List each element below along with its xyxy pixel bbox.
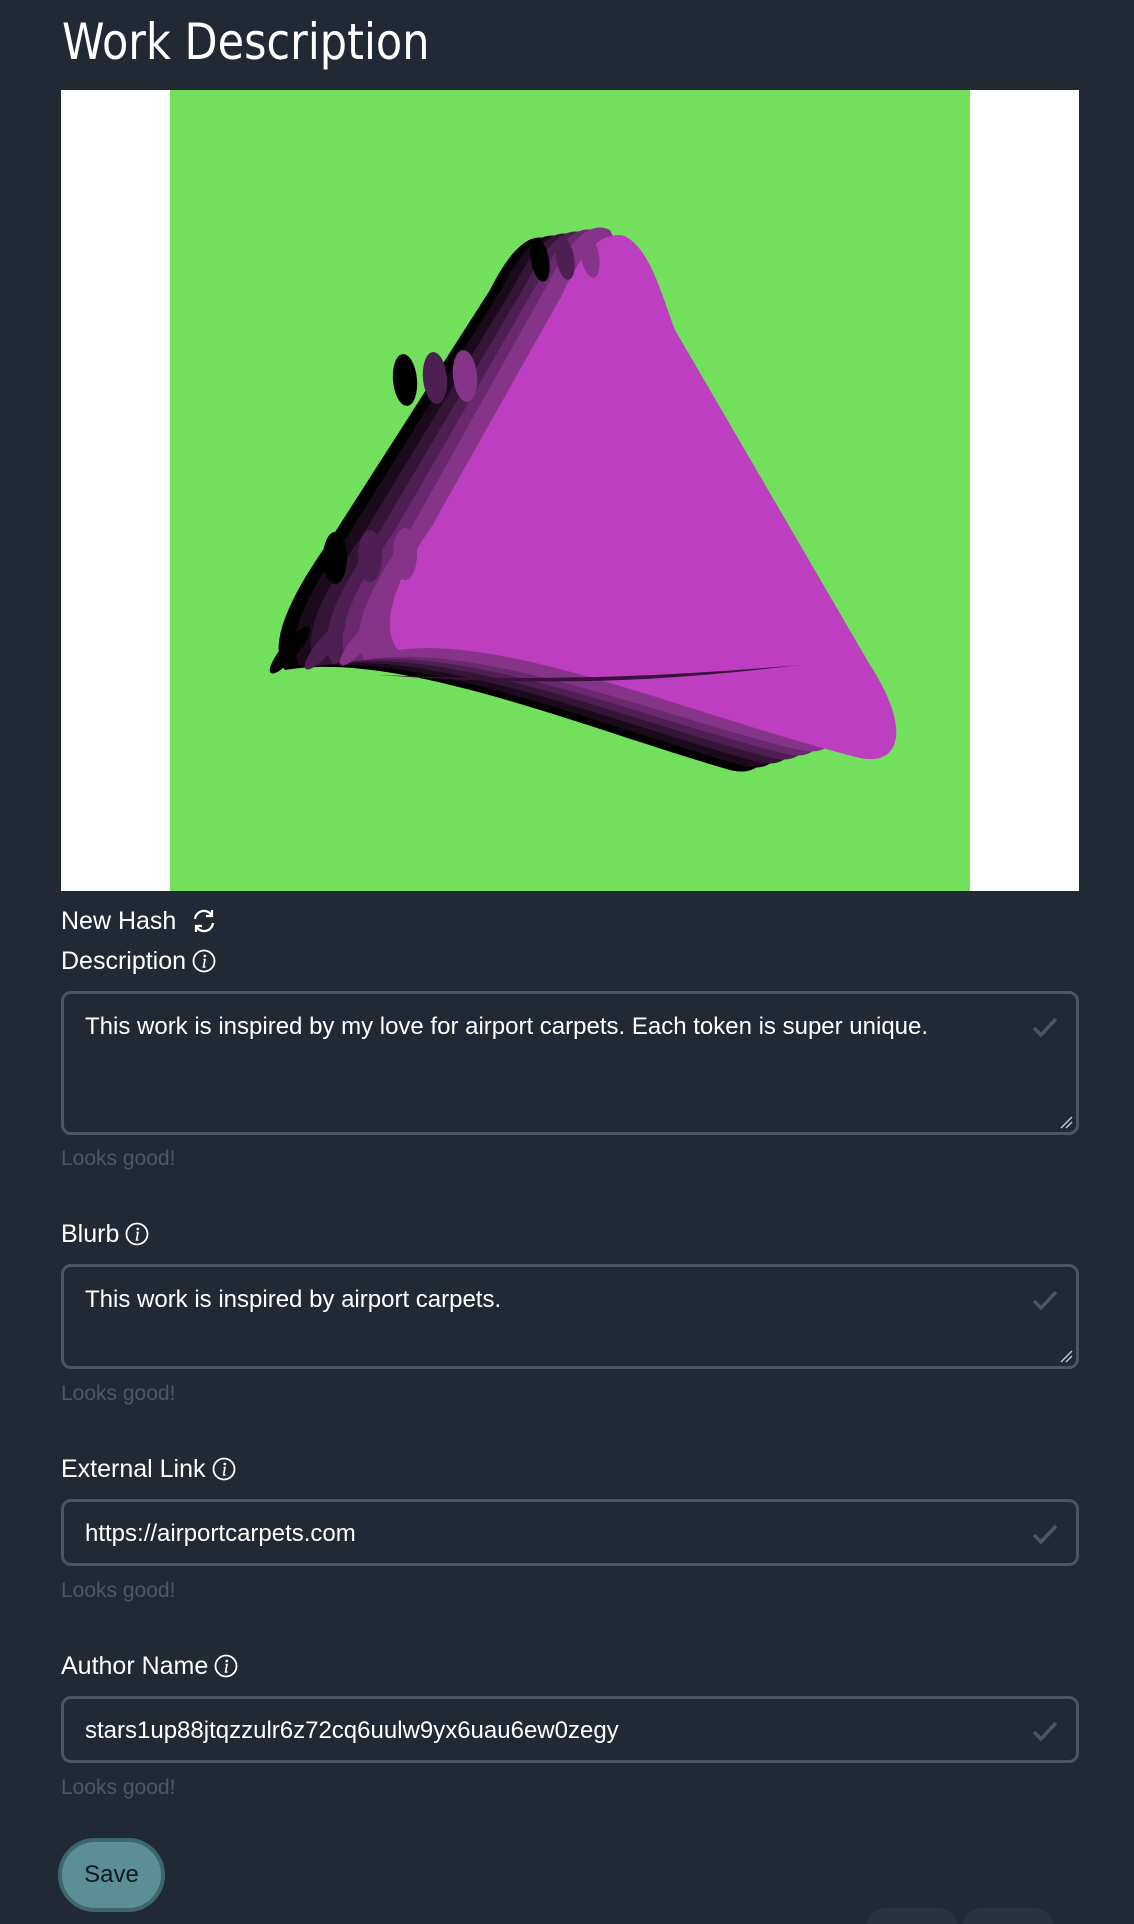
footer-pill-right[interactable] [962,1908,1054,1924]
blurb-label: Blurb [61,1217,149,1251]
blurb-value[interactable]: This work is inspired by airport carpets… [85,1285,1006,1315]
check-icon [1032,1524,1058,1545]
page-title: Work Description [62,13,430,71]
info-icon[interactable] [125,1222,149,1246]
external-link-value[interactable]: https://airportcarpets.com [85,1519,1006,1549]
artwork-image [170,90,970,891]
author-name-label-text: Author Name [61,1652,209,1680]
author-name-value[interactable]: stars1up88jtqzzulr6z72cq6uulw9yx6uau6ew0… [85,1716,1006,1746]
check-icon [1032,1290,1058,1311]
author-name-field[interactable]: stars1up88jtqzzulr6z72cq6uulw9yx6uau6ew0… [61,1696,1079,1763]
check-icon [1032,1721,1058,1742]
info-icon[interactable] [212,1457,236,1481]
artwork-preview [61,90,1079,891]
external-link-label: External Link [61,1452,236,1486]
check-icon [1032,1017,1058,1038]
external-link-feedback: Looks good! [61,1579,176,1602]
description-field[interactable]: This work is inspired by my love for air… [61,991,1079,1135]
new-hash-row[interactable]: New Hash [61,904,218,938]
external-link-label-text: External Link [61,1455,206,1483]
new-hash-label: New Hash [61,907,177,935]
external-link-field[interactable]: https://airportcarpets.com [61,1499,1079,1566]
blurb-label-text: Blurb [61,1220,120,1248]
info-icon[interactable] [192,949,216,973]
description-value[interactable]: This work is inspired by my love for air… [85,1012,1006,1042]
resize-handle-icon[interactable] [1059,1115,1073,1129]
refresh-icon[interactable] [190,907,218,935]
resize-handle-icon[interactable] [1059,1349,1073,1363]
description-label-text: Description [61,947,187,975]
description-feedback: Looks good! [61,1147,176,1170]
author-name-label: Author Name [61,1649,238,1683]
description-label: Description [61,944,216,978]
artwork-canvas [170,90,970,891]
save-button[interactable]: Save [58,1838,165,1912]
info-icon[interactable] [214,1654,238,1678]
work-description-page: Work Description New Hash Description Th… [0,0,1134,1924]
blurb-feedback: Looks good! [61,1382,176,1405]
author-name-feedback: Looks good! [61,1776,176,1799]
blurb-field[interactable]: This work is inspired by airport carpets… [61,1264,1079,1369]
footer-pill-left[interactable] [866,1908,958,1924]
